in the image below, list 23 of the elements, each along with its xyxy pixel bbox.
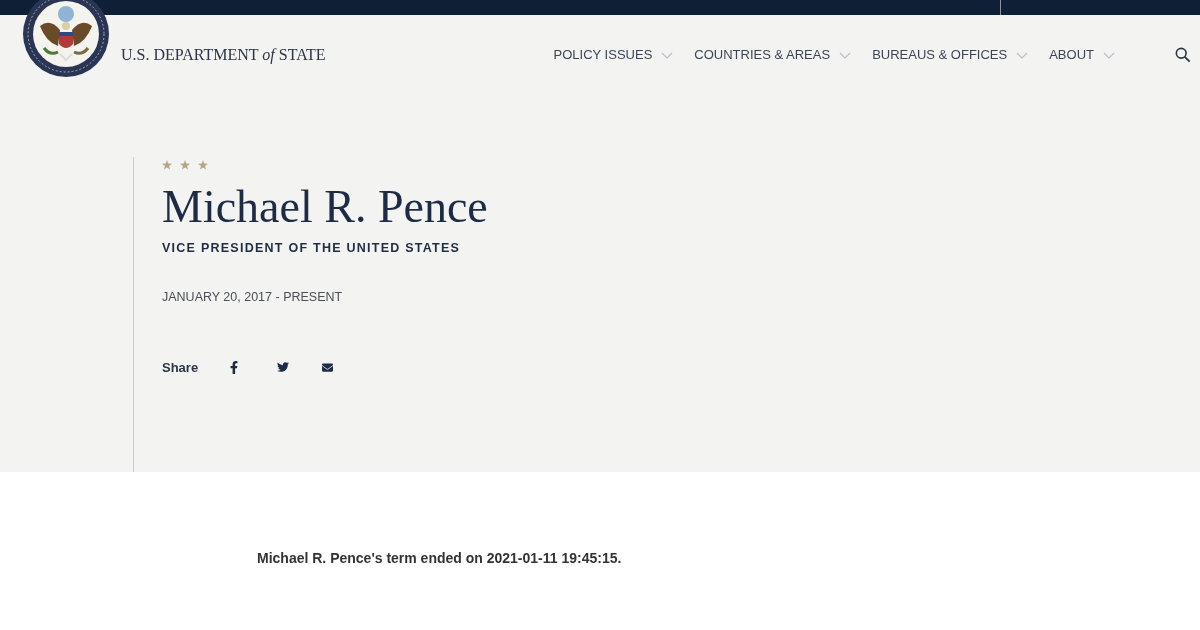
bird-icon	[276, 361, 291, 374]
term-dates: JANUARY 20, 2017 - PRESENT	[162, 288, 343, 306]
nav-menu-item[interactable]: COUNTRIES & AREAS	[694, 45, 852, 65]
search-button[interactable]	[1174, 46, 1192, 64]
facebook-icon	[230, 360, 239, 374]
chevron-down-icon	[1016, 51, 1029, 59]
site-logo-text[interactable]: U.S. DEPARTMENT of STATE	[121, 43, 326, 67]
term-ended-notice: Michael R. Pence's term ended on 2021-01-11 19:45:15.	[257, 549, 622, 568]
share-label: Share	[162, 358, 199, 377]
facebook-share-link[interactable]	[230, 360, 239, 374]
nav-menu-item[interactable]: ABOUT	[1049, 45, 1115, 65]
twitter-share-link[interactable]	[276, 361, 291, 374]
chevron-down-icon	[1103, 51, 1115, 59]
envelope-icon	[321, 361, 335, 373]
nav-menu-item[interactable]: POLICY ISSUES	[553, 45, 674, 65]
position-title: VICE PRESIDENT OF THE UNITED STATES	[162, 240, 461, 257]
chevron-down-icon	[839, 51, 852, 59]
search-icon	[1175, 47, 1191, 63]
stars-icon	[162, 160, 208, 170]
person-name: Michael R. Pence	[162, 184, 488, 230]
nav-menu-item[interactable]: BUREAUS & OFFICES	[872, 45, 1029, 65]
email-share-link[interactable]	[321, 361, 335, 373]
chevron-down-icon	[661, 51, 674, 59]
